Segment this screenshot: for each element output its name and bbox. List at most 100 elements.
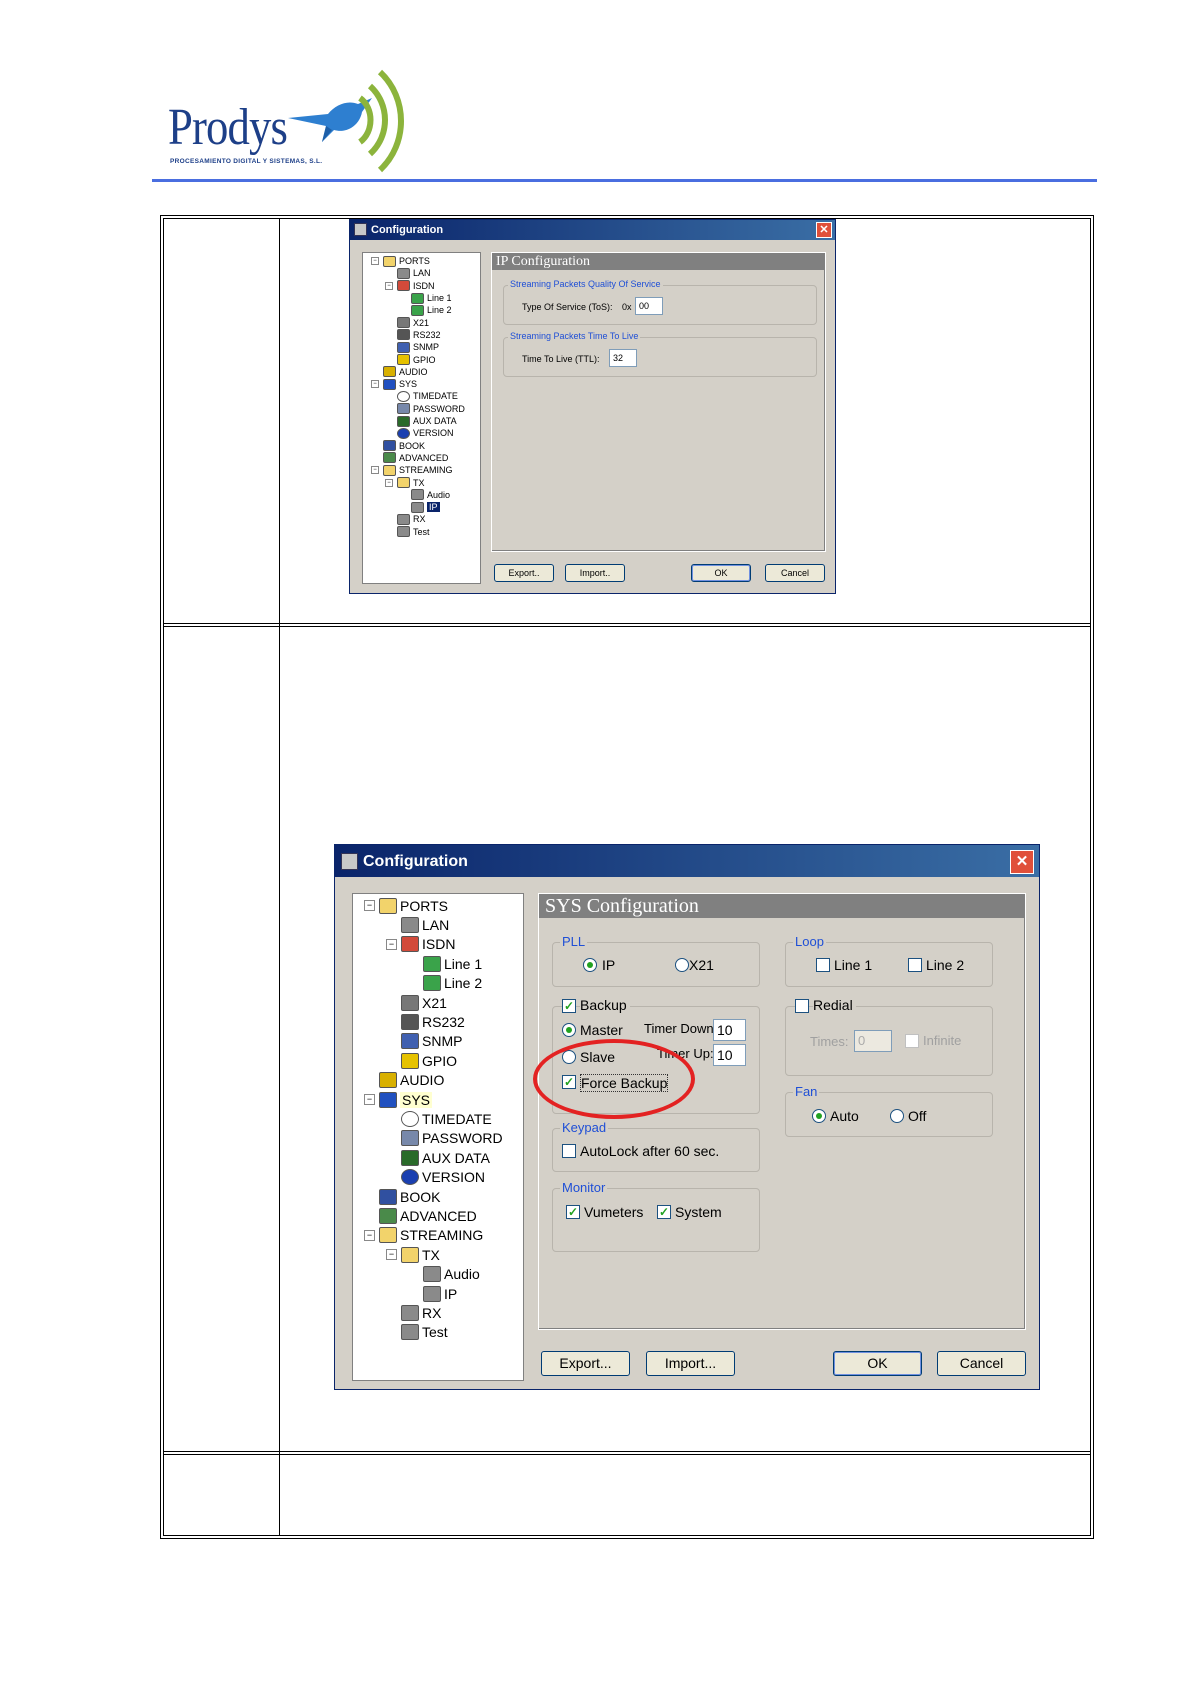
tree-item-ip[interactable]: IP: [423, 1284, 457, 1303]
vumeters-checkbox[interactable]: ✓: [566, 1205, 580, 1219]
tree-item-snmp[interactable]: SNMP: [397, 341, 439, 353]
table-row-divider: [164, 1451, 1090, 1452]
autolock-checkbox[interactable]: [562, 1144, 576, 1158]
pll-ip-radio[interactable]: [583, 958, 597, 972]
collapse-icon[interactable]: −: [385, 281, 393, 290]
tree-item-tx[interactable]: − TX: [385, 476, 425, 489]
tree-item-password[interactable]: PASSWORD: [397, 403, 465, 415]
line-icon: [423, 975, 441, 992]
tree-item-lan[interactable]: LAN: [397, 267, 431, 279]
collapse-icon[interactable]: −: [386, 938, 397, 950]
tree-item-aux-data[interactable]: AUX DATA: [401, 1148, 490, 1167]
tree-item-timedate[interactable]: TIMEDATE: [401, 1109, 492, 1128]
tree-item-test[interactable]: Test: [401, 1323, 448, 1342]
collapse-icon[interactable]: −: [364, 1229, 375, 1241]
dialog-title: Configuration: [363, 853, 468, 870]
loop-line2-checkbox[interactable]: [908, 958, 922, 972]
tree-item-streaming[interactable]: − STREAMING: [364, 1226, 483, 1245]
tree-item-timedate[interactable]: TIMEDATE: [397, 390, 458, 402]
tree-item-audio[interactable]: AUDIO: [379, 1071, 444, 1090]
infinite-checkbox[interactable]: [905, 1034, 919, 1048]
tree-item-snmp[interactable]: SNMP: [401, 1032, 462, 1051]
tree-item-label: AUX DATA: [422, 1149, 490, 1166]
folder-icon: [401, 1246, 419, 1263]
tree-item-sys[interactable]: − SYS: [364, 1090, 433, 1109]
system-checkbox[interactable]: ✓: [657, 1205, 671, 1219]
tree-item-audio[interactable]: AUDIO: [383, 366, 428, 378]
collapse-icon[interactable]: −: [364, 900, 375, 912]
tree-item-aux-data[interactable]: AUX DATA: [397, 415, 457, 427]
tree-item-tx[interactable]: − TX: [386, 1245, 440, 1264]
ttl-group-legend: Streaming Packets Time To Live: [508, 331, 641, 341]
tree-item-rs232[interactable]: RS232: [401, 1012, 465, 1031]
tree-item-isdn[interactable]: − ISDN: [386, 935, 455, 954]
tos-prefix: 0x: [622, 302, 632, 312]
tree-item-book[interactable]: BOOK: [383, 440, 425, 452]
tree-item-rx[interactable]: RX: [397, 513, 426, 525]
tree-item-ports[interactable]: − PORTS: [371, 255, 430, 267]
tree-item-test[interactable]: Test: [397, 526, 430, 538]
import-button[interactable]: Import...: [646, 1351, 735, 1376]
fan-off-radio[interactable]: [890, 1109, 904, 1123]
timer-down-input[interactable]: 10: [713, 1019, 746, 1041]
tree-item-version[interactable]: VERSION: [397, 427, 454, 439]
fan-auto-radio[interactable]: [812, 1109, 826, 1123]
tree-item-audio[interactable]: Audio: [423, 1265, 480, 1284]
ip-config-panel: IP Configuration Streaming Packets Quali…: [491, 252, 826, 552]
backup-checkbox[interactable]: ✓: [562, 999, 576, 1013]
folder-icon: [379, 1227, 397, 1244]
tree-item-version[interactable]: VERSION: [401, 1168, 485, 1187]
logo-brand-text: Prodys: [168, 99, 288, 156]
tree-item-label: PASSWORD: [422, 1130, 503, 1147]
tree-item-book[interactable]: BOOK: [379, 1187, 440, 1206]
cancel-button[interactable]: Cancel: [765, 564, 825, 582]
tree-item-x21[interactable]: X21: [401, 993, 447, 1012]
tree-item-password[interactable]: PASSWORD: [401, 1129, 503, 1148]
tree-item-audio[interactable]: Audio: [411, 489, 450, 501]
ok-button[interactable]: OK: [833, 1351, 922, 1376]
times-input[interactable]: 0: [854, 1030, 892, 1052]
tree-item-ports[interactable]: − PORTS: [364, 896, 448, 915]
cancel-button[interactable]: Cancel: [937, 1351, 1026, 1376]
collapse-icon[interactable]: −: [385, 478, 393, 487]
tree-item-sys[interactable]: − SYS: [371, 378, 417, 390]
tree-item-label: Line 1: [427, 293, 452, 304]
tree-item-streaming[interactable]: − STREAMING: [371, 464, 453, 476]
tree-item-isdn[interactable]: − ISDN: [385, 280, 435, 292]
tree-item-label: VERSION: [413, 428, 454, 439]
collapse-icon[interactable]: −: [371, 380, 379, 389]
tree-item-rs232[interactable]: RS232: [397, 329, 441, 341]
redial-checkbox[interactable]: [795, 999, 809, 1013]
ttl-input[interactable]: 32: [609, 349, 637, 367]
tree-item-line-1[interactable]: Line 1: [423, 954, 482, 973]
import-button[interactable]: Import..: [565, 564, 625, 582]
timer-up-input[interactable]: 10: [713, 1044, 746, 1066]
ok-button[interactable]: OK: [691, 564, 751, 582]
collapse-icon[interactable]: −: [371, 257, 379, 266]
loop-line1-checkbox[interactable]: [816, 958, 830, 972]
tree-item-line-2[interactable]: Line 2: [423, 974, 482, 993]
tree-item-advanced[interactable]: ADVANCED: [383, 452, 448, 464]
collapse-icon[interactable]: −: [386, 1249, 397, 1261]
close-button[interactable]: ✕: [1010, 850, 1034, 874]
collapse-icon[interactable]: −: [364, 1094, 375, 1106]
tree-item-x21[interactable]: X21: [397, 317, 429, 329]
tree-item-line-1[interactable]: Line 1: [411, 292, 452, 304]
tos-input[interactable]: 00: [635, 297, 663, 315]
configuration-icon: [354, 223, 367, 236]
tree-item-gpio[interactable]: GPIO: [397, 353, 436, 366]
tree-item-rx[interactable]: RX: [401, 1303, 441, 1322]
tree-item-advanced[interactable]: ADVANCED: [379, 1206, 477, 1225]
export-button[interactable]: Export...: [541, 1351, 630, 1376]
close-button[interactable]: ✕: [816, 222, 832, 238]
tree-item-line-2[interactable]: Line 2: [411, 304, 452, 316]
tree-item-label: PASSWORD: [413, 403, 465, 414]
export-button[interactable]: Export..: [494, 564, 554, 582]
pll-x21-radio[interactable]: [675, 958, 689, 972]
tree-item-ip[interactable]: IP: [411, 501, 440, 513]
master-radio[interactable]: [562, 1023, 576, 1037]
tree-item-label: LAN: [422, 917, 450, 934]
collapse-icon[interactable]: −: [371, 466, 379, 475]
tree-item-gpio[interactable]: GPIO: [401, 1051, 457, 1070]
tree-item-lan[interactable]: LAN: [401, 915, 449, 934]
